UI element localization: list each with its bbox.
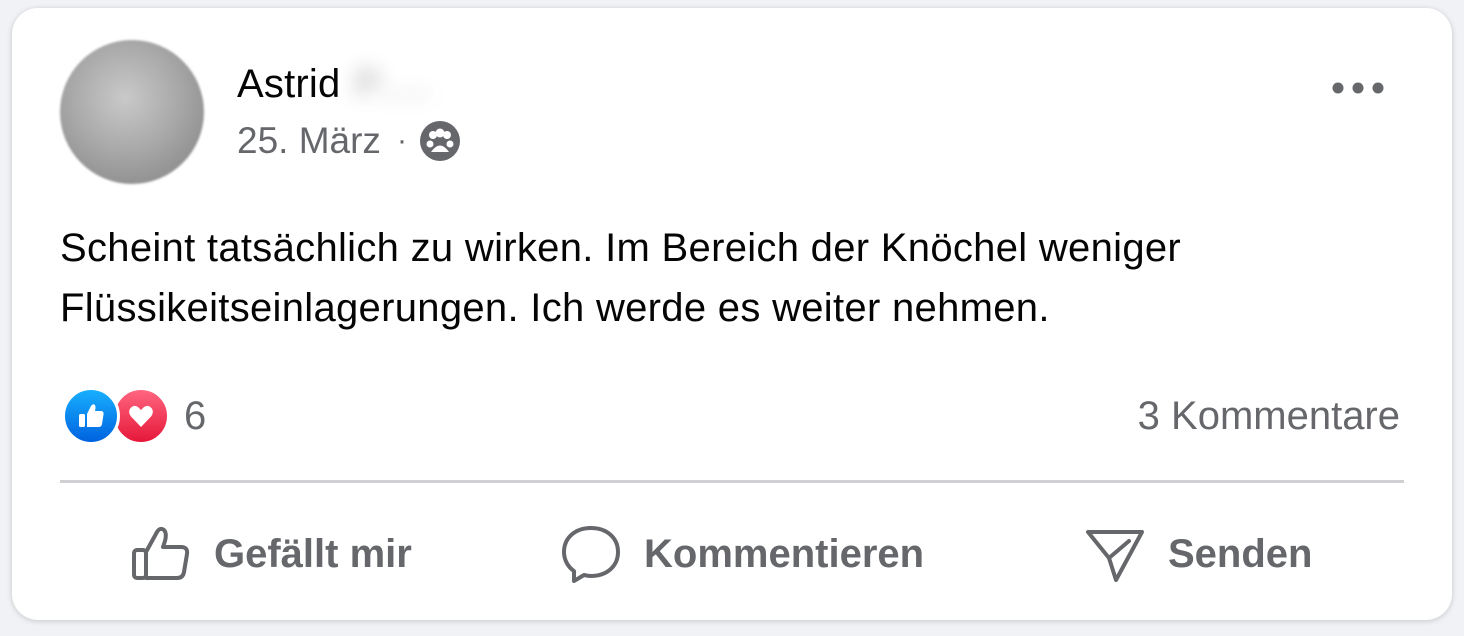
like-button-label: Gefällt mir xyxy=(214,531,412,576)
author-name[interactable]: Astrid xyxy=(237,62,340,107)
divider xyxy=(60,480,1404,483)
like-button[interactable]: Gefällt mir xyxy=(130,516,412,592)
thumbs-up-icon xyxy=(132,526,190,580)
more-options-icon xyxy=(1332,82,1384,94)
meta-separator: · xyxy=(396,124,407,157)
reactions-summary[interactable]: 6 xyxy=(62,386,206,446)
author-avatar[interactable] xyxy=(60,40,204,184)
author-surname-blurred: P..... xyxy=(354,61,432,106)
comment-bubble-icon xyxy=(562,526,620,583)
like-reaction-icon xyxy=(62,387,120,445)
post-date[interactable]: 25. März xyxy=(237,120,381,162)
post-meta: 25. März · xyxy=(237,118,461,164)
post-actions: Gefällt mir Kommentieren Senden xyxy=(60,516,1404,592)
comment-button-label: Kommentieren xyxy=(644,531,925,576)
comment-button[interactable]: Kommentieren xyxy=(560,516,924,592)
send-button[interactable]: Senden xyxy=(1084,516,1312,592)
more-options-button[interactable] xyxy=(1320,66,1396,110)
love-reaction-icon xyxy=(112,387,170,445)
reaction-count: 6 xyxy=(184,393,207,438)
send-button-label: Senden xyxy=(1168,531,1313,576)
send-icon xyxy=(1086,530,1144,582)
comments-count-link[interactable]: 3 Kommentare xyxy=(1138,390,1400,442)
author-name-row: Astrid P..... xyxy=(237,60,432,108)
post-card: Astrid P..... 25. März · Scheint tatsäch… xyxy=(12,8,1452,620)
post-text: Scheint tatsächlich zu wirken. Im Bereic… xyxy=(60,226,1182,330)
friends-icon[interactable] xyxy=(419,120,461,162)
